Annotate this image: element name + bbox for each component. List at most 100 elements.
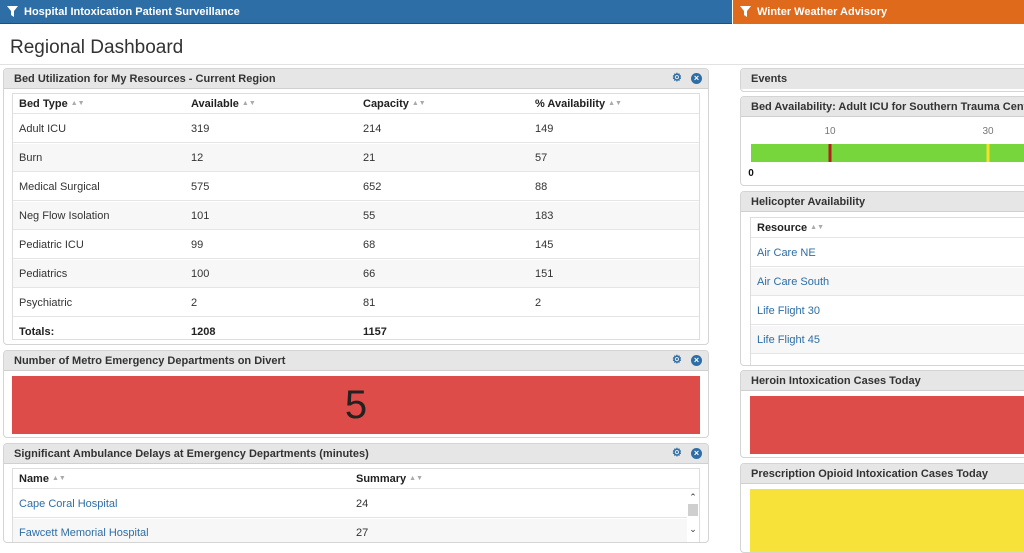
sort-icon: ▲▼ (51, 475, 66, 483)
table-row[interactable]: Pediatrics 100 66 151 (13, 260, 699, 288)
gear-icon[interactable]: ⚙ (672, 73, 683, 84)
table-row[interactable]: Medical Surgical 575 652 88 (13, 173, 699, 201)
table-header-row: Bed Type ▲▼ Available ▲▼ Capacity ▲▼ % Avai… (13, 94, 699, 114)
availability-cell: 183 (535, 210, 554, 222)
table-row[interactable]: Cape Coral Hospital 24 (13, 490, 699, 518)
capacity-cell: 66 (363, 268, 376, 280)
panel-title: Heroin Intoxication Cases Today (751, 375, 921, 387)
table-row[interactable]: Psychiatric 2 81 2 (13, 289, 699, 317)
close-icon[interactable]: × (691, 355, 702, 366)
delay-value: 24 (356, 498, 369, 510)
close-icon[interactable]: × (691, 73, 702, 84)
bed-utilization-panel: Bed Utilization for My Resources - Curre… (3, 68, 709, 345)
availability-cell: 145 (535, 239, 554, 251)
weather-advisory-alert[interactable]: Winter Weather Advisory (732, 0, 1024, 24)
bed-type-cell: Pediatrics (19, 268, 68, 280)
table-row[interactable]: Neg Flow Isolation 101 55 183 (13, 202, 699, 230)
alert-bar: Hospital Intoxication Patient Surveillan… (0, 0, 1024, 24)
capacity-cell: 55 (363, 210, 376, 222)
availability-cell: 151 (535, 268, 554, 280)
delay-value: 27 (356, 527, 369, 539)
table-row[interactable]: Life Flight 30 (751, 297, 1024, 325)
heroin-cases-panel: Heroin Intoxication Cases Today (740, 370, 1024, 458)
divert-panel: Number of Metro Emergency Departments on… (3, 350, 709, 438)
bed-type-cell: Medical Surgical (19, 181, 100, 193)
column-header-name[interactable]: Name ▲▼ (19, 469, 66, 489)
hospital-link[interactable]: Fawcett Memorial Hospital (19, 519, 149, 542)
table-row[interactable]: Adult ICU 319 214 149 (13, 115, 699, 143)
panel-header: Prescription Opioid Intoxication Cases T… (741, 464, 1024, 484)
filter-icon (740, 6, 751, 17)
column-header-availability-pct[interactable]: % Availability ▲▼ (535, 94, 622, 114)
divider (0, 64, 1024, 65)
availability-cell: 88 (535, 181, 548, 193)
gear-icon[interactable]: ⚙ (672, 448, 683, 459)
panel-header: Events (741, 69, 1024, 89)
panel-title: Prescription Opioid Intoxication Cases T… (751, 468, 988, 480)
bed-type-cell: Psychiatric (19, 297, 73, 309)
capacity-cell: 68 (363, 239, 376, 251)
sort-icon: ▲▼ (608, 100, 622, 108)
table-row[interactable]: Fawcett Memorial Hospital 27 (13, 519, 699, 542)
sort-icon: ▲▼ (810, 224, 824, 232)
panel-header: Bed Availability: Adult ICU for Southern… (741, 97, 1024, 117)
gauge-low-label: 10 (824, 126, 836, 137)
panel-title: Bed Utilization for My Resources - Curre… (14, 73, 276, 85)
helicopter-resource-link[interactable]: Air Care South (757, 268, 829, 296)
availability-cell: 149 (535, 123, 554, 135)
available-cell: 12 (191, 152, 204, 164)
table-header-row: Resource ▲▼ (751, 218, 1024, 238)
ambulance-delays-table: Name ▲▼ Summary ▲▼ Cape Coral Hospital 24 … (12, 468, 700, 542)
helicopter-table: Resource ▲▼ Air Care NE Air Care South Life… (750, 217, 1024, 365)
available-cell: 319 (191, 123, 210, 135)
helicopter-resource-link[interactable]: Life Flight 30 (757, 297, 820, 325)
sort-icon: ▲▼ (70, 100, 85, 108)
panel-title: Number of Metro Emergency Departments on… (14, 355, 286, 367)
close-icon[interactable]: × (691, 448, 702, 459)
table-row[interactable]: Air Care NE (751, 239, 1024, 267)
table-row[interactable]: Air Care South (751, 268, 1024, 296)
table-row[interactable]: Life Flight 45 (751, 326, 1024, 354)
available-cell: 2 (191, 297, 198, 309)
opioid-cases-indicator (750, 489, 1024, 552)
panel-header: Helicopter Availability (741, 192, 1024, 212)
column-header-resource[interactable]: Resource ▲▼ (757, 218, 824, 238)
sort-icon: ▲▼ (411, 100, 426, 108)
column-header-summary[interactable]: Summary ▲▼ (356, 469, 423, 489)
capacity-cell: 81 (363, 297, 376, 309)
totals-cell: Totals: (19, 326, 55, 338)
scroll-down-icon[interactable]: ⌄ (687, 524, 699, 534)
panel-header: Bed Utilization for My Resources - Curre… (4, 69, 708, 89)
panel-title: Events (751, 73, 788, 85)
bed-type-cell: Neg Flow Isolation (19, 210, 110, 222)
totals-cell: 1157 (363, 326, 387, 338)
empty-row (751, 355, 1024, 365)
gauge-high-label: 30 (982, 126, 994, 137)
helicopter-resource-link[interactable]: Air Care NE (757, 239, 816, 267)
gauge-low-threshold (828, 144, 832, 162)
panel-header: Heroin Intoxication Cases Today (741, 371, 1024, 391)
panel-title: Bed Availability: Adult ICU for Southern… (751, 101, 1024, 113)
bed-availability-gauge: 1030036 (748, 126, 1024, 179)
surveillance-alert[interactable]: Hospital Intoxication Patient Surveillan… (0, 0, 732, 24)
bed-type-cell: Burn (19, 152, 43, 164)
column-header-available[interactable]: Available ▲▼ (191, 94, 256, 114)
gear-icon[interactable]: ⚙ (672, 355, 683, 366)
table-row[interactable]: Burn 12 21 57 (13, 144, 699, 172)
totals-cell: 1208 (191, 326, 216, 338)
scroll-thumb[interactable] (688, 504, 698, 516)
available-cell: 101 (191, 210, 210, 222)
table-row[interactable]: Pediatric ICU 99 68 145 (13, 231, 699, 259)
scroll-up-icon[interactable]: ⌃ (687, 492, 699, 502)
sort-icon: ▲▼ (409, 475, 423, 483)
hospital-link[interactable]: Cape Coral Hospital (19, 490, 117, 518)
bed-utilization-table: Bed Type ▲▼ Available ▲▼ Capacity ▲▼ % Avai… (12, 93, 700, 340)
filter-icon (7, 6, 18, 17)
scrollbar[interactable]: ⌃ ⌄ (687, 490, 699, 542)
bed-availability-panel: Bed Availability: Adult ICU for Southern… (740, 96, 1024, 186)
capacity-cell: 652 (363, 181, 382, 193)
availability-cell: 57 (535, 152, 548, 164)
helicopter-resource-link[interactable]: Life Flight 45 (757, 326, 820, 354)
column-header-bed-type[interactable]: Bed Type ▲▼ (19, 94, 85, 114)
column-header-capacity[interactable]: Capacity ▲▼ (363, 94, 426, 114)
